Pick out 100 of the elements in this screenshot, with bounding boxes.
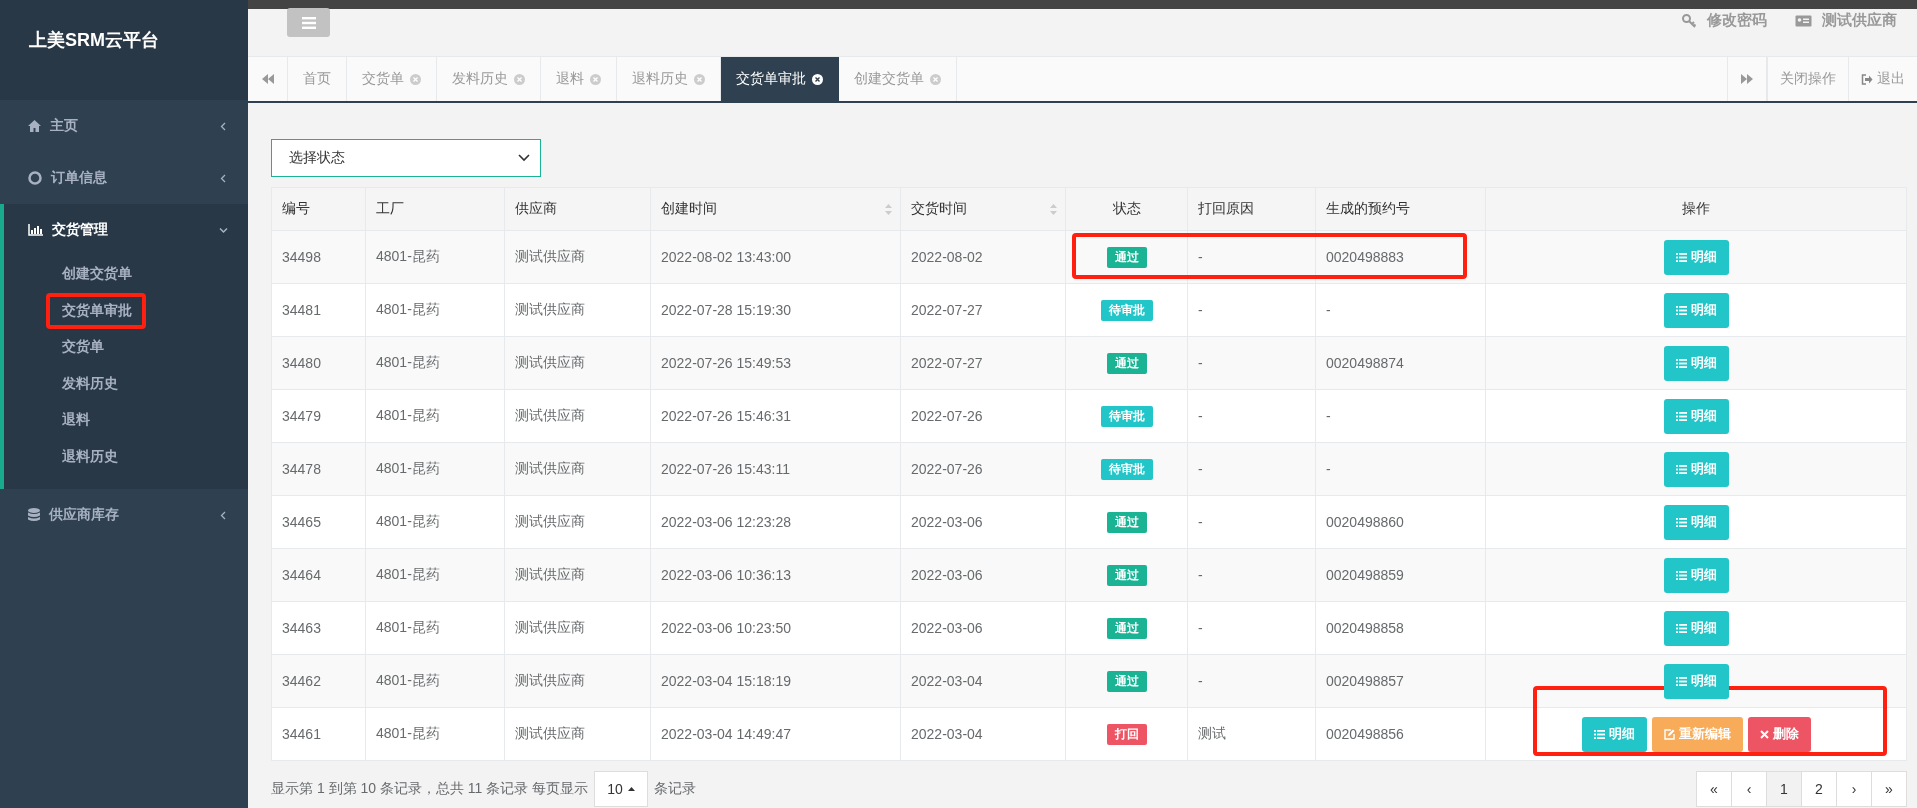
sidebar-item[interactable]: 供应商库存 [0, 489, 248, 541]
table-cell: - [1187, 389, 1316, 443]
sidebar-subitem[interactable]: 交货单 [62, 338, 104, 357]
table-cell: 2022-03-06 12:23:28 [650, 495, 901, 549]
table-cell: - [1187, 601, 1316, 655]
menu-icon [301, 16, 316, 29]
list-icon [1675, 358, 1687, 368]
header-link[interactable]: 测试供应商 [1795, 11, 1897, 30]
detail-button[interactable]: 明细 [1581, 716, 1647, 752]
list-icon [1675, 623, 1687, 633]
table-cell: - [1187, 654, 1316, 708]
table-cell: 测试供应商 [504, 601, 651, 655]
table-cell: - [1187, 336, 1316, 390]
table-cell: - [1187, 548, 1316, 602]
table-cell: 2022-07-27 [900, 336, 1066, 390]
list-icon [1675, 464, 1687, 474]
status-select[interactable]: 选择状态 [271, 139, 541, 177]
edit-button[interactable]: 重新编辑 [1651, 716, 1743, 752]
detail-button[interactable]: 明细 [1663, 557, 1729, 593]
table-cell: 0020498856 [1315, 707, 1486, 761]
table-cell: 4801-昆药 [365, 654, 505, 708]
status-badge: 通过 [1106, 352, 1147, 374]
detail-button[interactable]: 明细 [1663, 292, 1729, 328]
header-link[interactable]: 修改密码 [1682, 11, 1767, 30]
status-badge: 待审批 [1100, 458, 1153, 480]
table-cell: 2022-08-02 [900, 230, 1066, 284]
table-cell: 测试供应商 [504, 548, 651, 602]
status-badge: 通过 [1106, 617, 1147, 639]
detail-button[interactable]: 明细 [1663, 345, 1729, 381]
table-cell: 2022-07-28 15:19:30 [650, 283, 901, 337]
table-cell: 0020498874 [1315, 336, 1486, 390]
page-button[interactable]: » [1871, 771, 1907, 807]
table-cell: 34478 [271, 442, 366, 496]
column-header: 打回原因 [1187, 187, 1316, 231]
sidebar-item[interactable]: 交货管理 [4, 204, 248, 256]
detail-button[interactable]: 明细 [1663, 610, 1729, 646]
page-button[interactable]: 1 [1766, 771, 1802, 807]
table-cell: - [1187, 283, 1316, 337]
page-button[interactable]: › [1836, 771, 1872, 807]
chevron-down-icon [518, 154, 530, 162]
column-header[interactable]: 交货时间 [900, 187, 1066, 231]
column-header[interactable]: 创建时间 [650, 187, 901, 231]
page-button[interactable]: « [1696, 771, 1732, 807]
pagination-summary: 显示第 1 到第 10 条记录，总共 11 条记录 每页显示 [271, 780, 589, 798]
table-cell: 测试供应商 [504, 495, 651, 549]
status-badge: 待审批 [1100, 299, 1153, 321]
table-cell: 2022-03-06 10:36:13 [650, 548, 901, 602]
chevron-down-icon [219, 225, 228, 235]
table-cell: 2022-03-04 [900, 707, 1066, 761]
table-cell: 4801-昆药 [365, 230, 505, 284]
detail-button[interactable]: 明细 [1663, 504, 1729, 540]
sidebar-subitem[interactable]: 创建交货单 [62, 265, 132, 284]
id-card-icon [1795, 14, 1812, 27]
list-icon [1593, 729, 1605, 739]
double-left-icon [261, 74, 274, 84]
table-cell: 4801-昆药 [365, 495, 505, 549]
sidebar-subitem[interactable]: 退料历史 [62, 447, 118, 466]
tab[interactable]: 交货单审批 [721, 57, 839, 101]
sidebar-subitem[interactable]: 交货单审批 [62, 301, 132, 320]
table-cell: 2022-03-04 14:49:47 [650, 707, 901, 761]
scroll-right-button[interactable] [1727, 57, 1767, 101]
table-cell: 0020498860 [1315, 495, 1486, 549]
table-cell: 2022-03-06 10:23:50 [650, 601, 901, 655]
detail-button[interactable]: 明细 [1663, 239, 1729, 275]
sidebar-subitem[interactable]: 退料 [62, 411, 90, 430]
menu-button[interactable] [287, 8, 330, 37]
table-cell: 测试供应商 [504, 389, 651, 443]
sidebar-item[interactable]: 主页 [0, 100, 248, 152]
table-cell: 2022-08-02 13:43:00 [650, 230, 901, 284]
list-icon [1675, 676, 1687, 686]
table-cell: 2022-03-06 [900, 548, 1066, 602]
table-cell: 2022-03-04 [900, 654, 1066, 708]
detail-button[interactable]: 明细 [1663, 398, 1729, 434]
table-cell: 34461 [271, 707, 366, 761]
page-button[interactable]: 2 [1801, 771, 1837, 807]
list-icon [1675, 517, 1687, 527]
page-size-button[interactable]: 10 [594, 771, 648, 807]
database-icon [28, 508, 40, 522]
table-cell: 2022-07-26 [900, 442, 1066, 496]
status-badge: 打回 [1106, 723, 1147, 745]
sidebar-item[interactable]: 订单信息 [0, 152, 248, 204]
page-button[interactable]: ‹ [1731, 771, 1767, 807]
table-cell: 34480 [271, 336, 366, 390]
edit-icon [1663, 728, 1675, 740]
table-cell: 34481 [271, 283, 366, 337]
column-header: 操作 [1485, 187, 1907, 231]
sign-out-icon [1861, 73, 1873, 85]
detail-button[interactable]: 明细 [1663, 451, 1729, 487]
detail-button[interactable]: 明细 [1663, 663, 1729, 699]
list-icon [1675, 252, 1687, 262]
status-badge: 待审批 [1100, 405, 1153, 427]
home-icon [28, 120, 41, 132]
delete-button[interactable]: 删除 [1747, 716, 1811, 752]
chevron-left-icon [219, 510, 228, 520]
table-cell: 测试供应商 [504, 230, 651, 284]
table-cell: 34479 [271, 389, 366, 443]
key-icon [1682, 13, 1697, 28]
table-cell: - [1315, 389, 1486, 443]
sidebar-subitem[interactable]: 发料历史 [62, 374, 118, 393]
table-cell: - [1315, 283, 1486, 337]
